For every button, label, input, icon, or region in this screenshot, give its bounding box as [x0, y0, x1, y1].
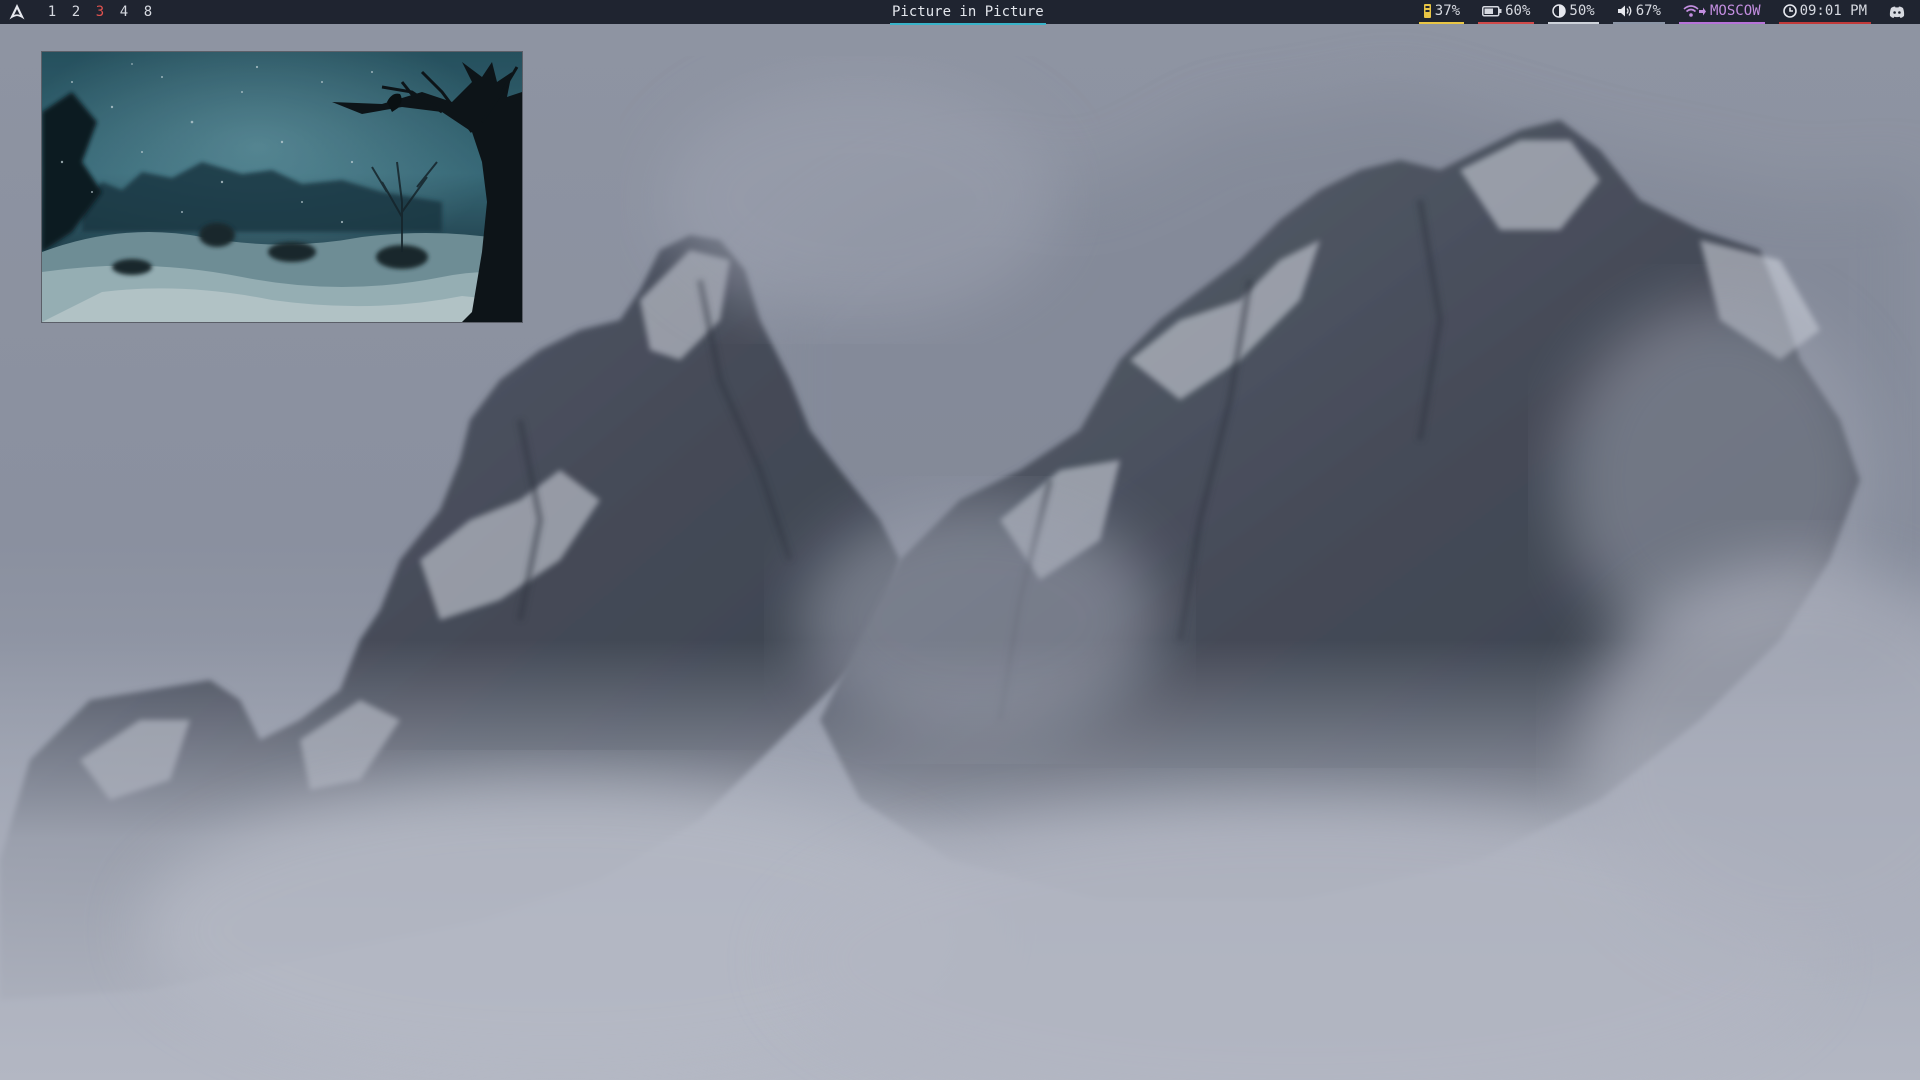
brightness-icon [1552, 4, 1567, 18]
pip-video-frame[interactable] [42, 52, 522, 322]
bar-right-section: 37% 60% 50% 67% MOSCOW 09:01 PM [1405, 0, 1912, 24]
memory-module[interactable]: 37% [1418, 0, 1465, 24]
memory-icon [1423, 4, 1431, 18]
desktop: 1 2 3 4 8 Picture in Picture 37% 60% 50%… [0, 0, 1920, 1080]
battery-icon [1482, 6, 1502, 17]
volume-value: 67% [1635, 3, 1661, 19]
brightness-module[interactable]: 50% [1548, 0, 1599, 24]
clock-icon [1782, 4, 1797, 18]
clock-time: 09:01 PM [1799, 3, 1867, 19]
workspace-4[interactable]: 4 [112, 0, 136, 24]
system-tray [1885, 0, 1912, 24]
clock-module[interactable]: 09:01 PM [1778, 0, 1871, 24]
workspace-2[interactable]: 2 [64, 0, 88, 24]
bar-left-section: 1 2 3 4 8 [8, 0, 160, 24]
workspace-1[interactable]: 1 [40, 0, 64, 24]
workspace-3[interactable]: 3 [88, 0, 112, 24]
top-status-bar: 1 2 3 4 8 Picture in Picture 37% 60% 50%… [0, 0, 1920, 25]
battery-value: 60% [1505, 3, 1531, 19]
discord-tray-icon[interactable] [1889, 5, 1905, 19]
workspace-8[interactable]: 8 [136, 0, 160, 24]
volume-icon [1617, 5, 1632, 17]
volume-module[interactable]: 67% [1612, 0, 1665, 24]
network-ssid: MOSCOW [1709, 3, 1761, 19]
brightness-value: 50% [1569, 3, 1595, 19]
wifi-icon [1683, 5, 1706, 17]
memory-value: 37% [1434, 3, 1461, 19]
battery-module[interactable]: 60% [1478, 0, 1535, 24]
arch-logo-icon[interactable] [8, 3, 26, 21]
picture-in-picture-window[interactable] [42, 52, 522, 322]
bar-center-section: Picture in Picture [890, 0, 1046, 25]
window-title: Picture in Picture [890, 2, 1046, 25]
network-module[interactable]: MOSCOW [1678, 0, 1765, 24]
